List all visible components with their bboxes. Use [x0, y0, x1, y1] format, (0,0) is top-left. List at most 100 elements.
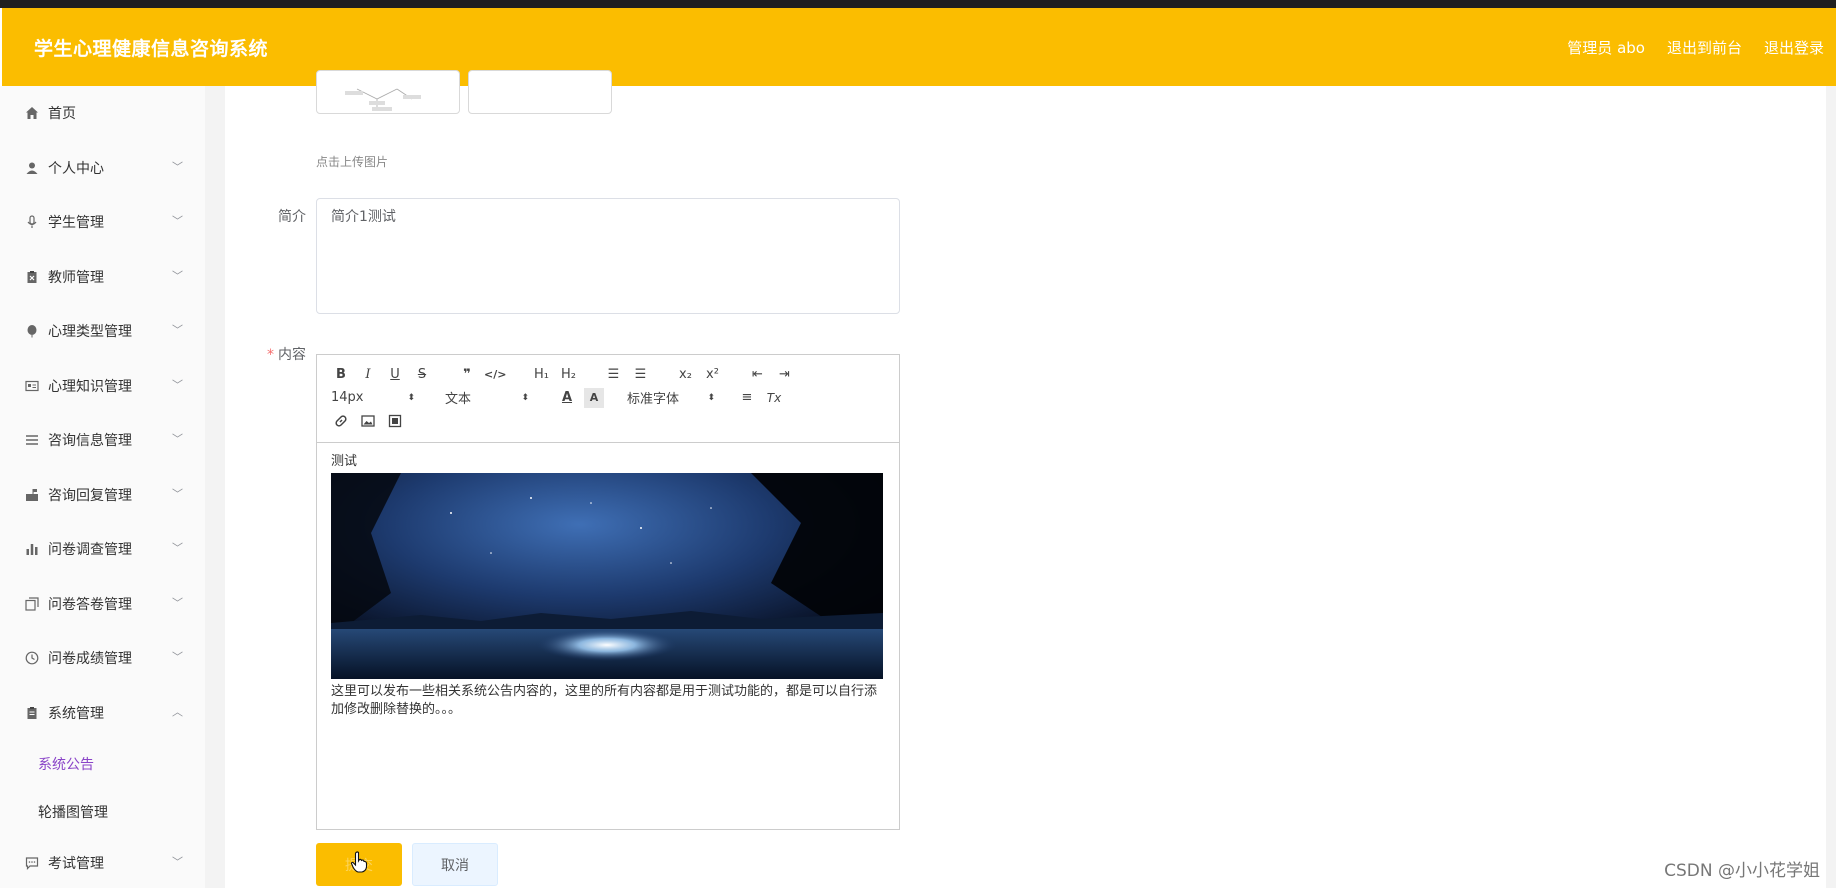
- sidebar-item-label: 咨询信息管理: [48, 433, 132, 450]
- outdent-icon[interactable]: ⇤: [747, 365, 767, 385]
- sidebar-item-psych-types[interactable]: 心理类型管理 ﹀: [0, 304, 205, 359]
- sidebar-item-label: 心理知识管理: [48, 378, 132, 395]
- background-color-icon[interactable]: A: [584, 387, 604, 408]
- user-icon: [24, 160, 40, 176]
- intro-textarea[interactable]: 简介1测试: [316, 198, 900, 314]
- strike-button[interactable]: S: [412, 365, 432, 385]
- chevron-down-icon: ﹀: [172, 214, 183, 228]
- sidebar-item-home[interactable]: 首页: [0, 86, 205, 141]
- sidebar-item-label: 问卷答卷管理: [48, 596, 132, 613]
- sidebar-item-system[interactable]: 系统管理 ︿: [0, 686, 205, 741]
- watermark: CSDN @小小花学姐: [1664, 861, 1820, 881]
- sidebar-item-label: 系统管理: [48, 705, 104, 722]
- content-first-line: 测试: [331, 454, 358, 469]
- clear-format-icon[interactable]: Tx: [764, 388, 784, 408]
- sidebar-subitem-carousel[interactable]: 轮播图管理: [0, 788, 205, 836]
- sidebar-item-label: 教师管理: [48, 269, 104, 286]
- editor-embedded-image: [331, 473, 883, 679]
- h1-button[interactable]: H₁: [531, 365, 551, 385]
- id-card-icon: [24, 378, 40, 394]
- code-block-button[interactable]: </>: [484, 365, 506, 385]
- sidebar-item-label: 心理类型管理: [48, 324, 132, 341]
- chevron-down-icon: ﹀: [172, 596, 183, 610]
- content-paragraph: 这里可以发布一些相关系统公告内容的，这里的所有内容都是用于测试功能的，都是可以自…: [331, 684, 878, 717]
- right-gutter: [1826, 86, 1836, 888]
- intro-label: 简介: [278, 209, 306, 225]
- sidebar-item-consult-reply[interactable]: 咨询回复管理 ﹀: [0, 468, 205, 523]
- subscript-button[interactable]: x₂: [675, 365, 695, 385]
- sidebar-item-consult-info[interactable]: 咨询信息管理 ﹀: [0, 413, 205, 468]
- chevron-down-icon: ﹀: [172, 650, 183, 664]
- sidebar-item-label: 首页: [48, 106, 76, 123]
- app-title: 学生心理健康信息咨询系统: [34, 37, 269, 60]
- image-icon[interactable]: [358, 411, 378, 431]
- chat-icon: [24, 855, 40, 871]
- sidebar: 首页 个人中心 ﹀ 学生管理 ﹀ 教师管理 ﹀ 心理类型管理 ﹀ 心理知识管理 …: [0, 86, 205, 888]
- sidebar-subitem-announcements[interactable]: 系统公告: [0, 740, 205, 788]
- sidebar-item-students[interactable]: 学生管理 ﹀: [0, 195, 205, 250]
- sidebar-item-exam[interactable]: 考试管理 ﹀: [0, 836, 205, 891]
- clock-icon: [24, 650, 40, 666]
- clipboard-icon: [24, 705, 40, 721]
- chevron-down-icon: ﹀: [172, 269, 183, 283]
- header-actions: 管理员 abo 退出到前台 退出登录: [1567, 37, 1836, 58]
- chevron-down-icon: ﹀: [172, 160, 183, 174]
- microphone-icon: [24, 214, 40, 230]
- sidebar-item-label: 考试管理: [48, 856, 104, 873]
- sidebar-item-answer-sheets[interactable]: 问卷答卷管理 ﹀: [0, 577, 205, 632]
- font-color-icon[interactable]: A: [557, 388, 577, 408]
- uploaded-image-thumbnail[interactable]: [316, 70, 460, 114]
- bold-button[interactable]: B: [331, 365, 351, 385]
- editor-toolbar: B I U S ❞ </> H₁ H₂ ☰ ☰ x₂ x² ⇤ ⇥ 14px ⬍ …: [317, 355, 899, 443]
- underline-button[interactable]: U: [385, 365, 405, 385]
- sidebar-item-psych-knowledge[interactable]: 心理知识管理 ﹀: [0, 359, 205, 414]
- copy-icon: [24, 596, 40, 612]
- bullet-list-icon[interactable]: ☰: [630, 365, 650, 385]
- sidebar-item-label: 问卷调查管理: [48, 542, 132, 559]
- select-arrows-icon: ⬍: [521, 392, 529, 403]
- rich-text-editor: B I U S ❞ </> H₁ H₂ ☰ ☰ x₂ x² ⇤ ⇥ 14px ⬍ …: [316, 354, 900, 830]
- chevron-down-icon: ﹀: [172, 378, 183, 392]
- chevron-down-icon: ﹀: [172, 432, 183, 446]
- chevron-up-icon: ︿: [172, 705, 183, 719]
- font-family-select[interactable]: 标准字体 ⬍: [627, 388, 715, 407]
- content-label: * 内容: [267, 347, 306, 363]
- indent-icon[interactable]: ⇥: [774, 365, 794, 385]
- mailbox-icon: [24, 487, 40, 503]
- superscript-button[interactable]: x²: [702, 365, 722, 385]
- video-icon[interactable]: [385, 411, 405, 431]
- sidebar-item-survey[interactable]: 问卷调查管理 ﹀: [0, 522, 205, 577]
- list-icon: [24, 432, 40, 448]
- upload-image-slot[interactable]: [468, 70, 612, 114]
- italic-button[interactable]: I: [358, 365, 378, 385]
- align-icon[interactable]: ≡: [737, 388, 757, 408]
- font-size-select[interactable]: 14px ⬍: [331, 390, 415, 405]
- back-to-front-link[interactable]: 退出到前台: [1667, 37, 1742, 58]
- sidebar-item-label: 学生管理: [48, 215, 104, 232]
- submit-button[interactable]: 提交: [316, 843, 402, 886]
- header-select[interactable]: 文本 ⬍: [445, 388, 529, 407]
- blockquote-button[interactable]: ❞: [457, 365, 477, 385]
- ordered-list-icon[interactable]: ☰: [603, 365, 623, 385]
- sidebar-item-personal[interactable]: 个人中心 ﹀: [0, 141, 205, 196]
- chevron-down-icon: ﹀: [172, 323, 183, 337]
- cancel-button[interactable]: 取消: [412, 843, 498, 886]
- window-top-edge: [0, 0, 1836, 8]
- bar-chart-icon: [24, 541, 40, 557]
- logout-link[interactable]: 退出登录: [1764, 37, 1824, 58]
- sidebar-item-label: 咨询回复管理: [48, 487, 132, 504]
- link-icon[interactable]: [331, 411, 351, 431]
- select-arrows-icon: ⬍: [707, 392, 715, 403]
- admin-label[interactable]: 管理员 abo: [1567, 37, 1645, 58]
- sidebar-item-label: 问卷成绩管理: [48, 651, 132, 668]
- hand-cursor-icon: [350, 851, 368, 876]
- home-icon: [24, 105, 40, 121]
- sidebar-item-teachers[interactable]: 教师管理 ﹀: [0, 250, 205, 305]
- balloon-icon: [24, 323, 40, 339]
- editor-content[interactable]: 测试 这里可以发布一些相关系统公告内容的，这里的所有内容都是用于测试功能的，都是…: [317, 443, 899, 729]
- sidebar-item-scores[interactable]: 问卷成绩管理 ﹀: [0, 631, 205, 686]
- chevron-down-icon: ﹀: [172, 541, 183, 555]
- sidebar-item-label: 个人中心: [48, 160, 104, 177]
- diagram-thumbnail-image: [345, 88, 421, 111]
- h2-button[interactable]: H₂: [558, 365, 578, 385]
